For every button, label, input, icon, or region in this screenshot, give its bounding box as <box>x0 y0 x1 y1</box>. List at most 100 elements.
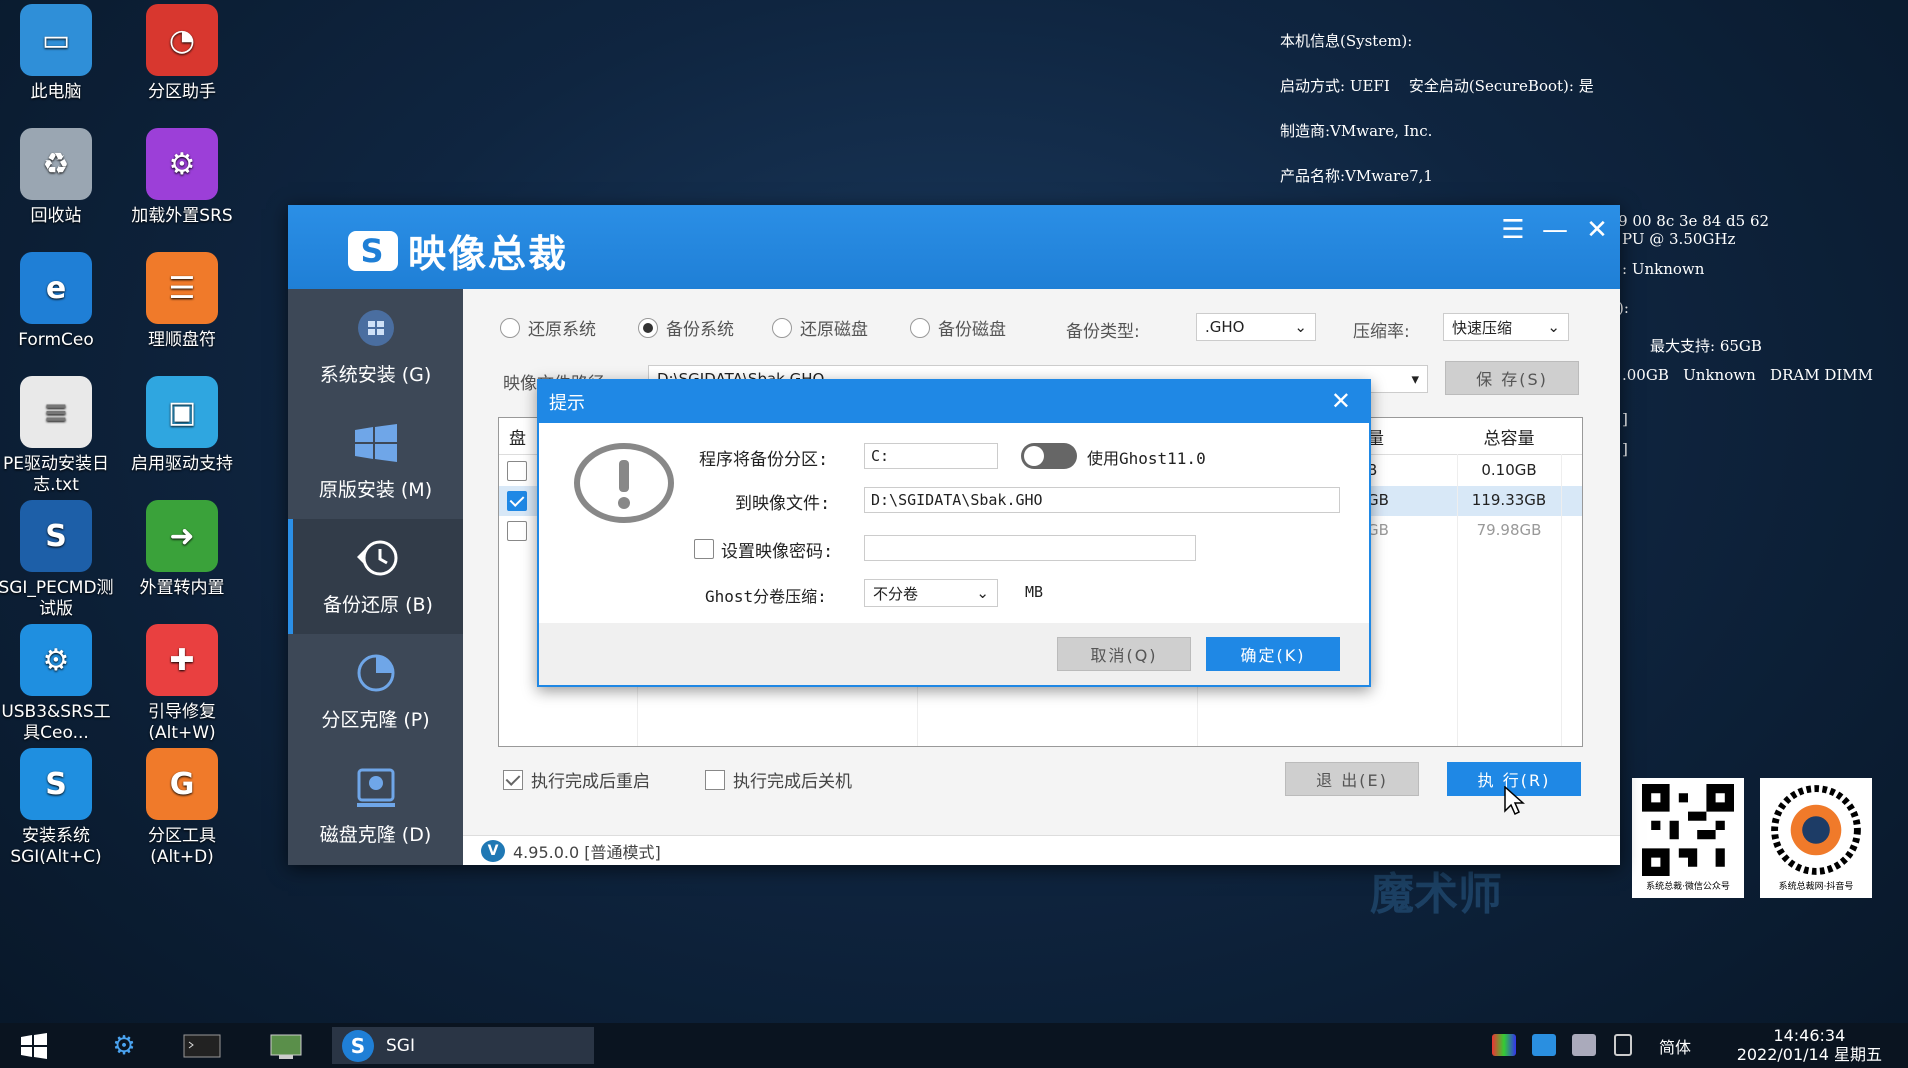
desktop-icon-usb3-srs-tool[interactable]: ⚙ USB3&SRS工具Ceo... <box>0 624 116 744</box>
taskbar-app-sgi[interactable]: S SGI <box>332 1027 594 1064</box>
close-icon[interactable]: ✕ <box>1331 387 1351 415</box>
pie-chart-icon <box>350 651 402 695</box>
tray-color-icon[interactable] <box>1492 1034 1516 1056</box>
radio-label: 备份系统 <box>666 320 734 340</box>
target-file-field[interactable]: D:\SGIDATA\Sbak.GHO <box>864 487 1340 513</box>
windows-logo-icon <box>350 421 402 465</box>
chevron-down-icon: ▾ <box>1411 370 1419 388</box>
window-titlebar[interactable]: S 映像总裁 ☰ — ✕ <box>288 205 1620 289</box>
sidebar-item-system-install[interactable]: 系统安装 (G) <box>288 289 463 404</box>
tray-network-icon[interactable] <box>1532 1034 1556 1056</box>
desktop-icon-sgi-pecmd[interactable]: S SGI_PECMD测试版 <box>0 500 116 620</box>
desktop-icon-label: FormCeo <box>18 330 94 350</box>
qr-code-icon <box>1638 784 1738 876</box>
this-pc-icon: ▭ <box>20 4 92 76</box>
split-unit: MB <box>1025 583 1044 601</box>
recycle-bin-icon: ♻ <box>20 128 92 200</box>
windows-ball-icon <box>350 306 402 350</box>
desktop-icon-label: 外置转内置 <box>139 578 225 598</box>
save-button[interactable]: 保 存(S) <box>1445 361 1579 395</box>
cell-total: 0.10GB <box>1481 461 1537 479</box>
desktop-icon-partition-assistant[interactable]: ◔ 分区助手 <box>122 4 242 103</box>
chevron-down-icon: ⌄ <box>1294 318 1307 336</box>
desktop-icon-recycle-bin[interactable]: ♻ 回收站 <box>0 128 116 227</box>
desktop-icon-this-pc[interactable]: ▭ 此电脑 <box>0 4 116 103</box>
settings-gear-icon[interactable]: ⚙ <box>100 1027 148 1064</box>
ok-button[interactable]: 确定(K) <box>1206 637 1340 671</box>
password-field[interactable] <box>864 535 1196 561</box>
minimize-icon[interactable]: — <box>1538 213 1572 247</box>
radio-restore-system[interactable]: 还原系统 <box>500 315 596 340</box>
sidebar-item-backup-restore[interactable]: 备份还原 (B) <box>288 519 463 634</box>
sidebar-item-label: 原版安装 (M) <box>318 479 433 501</box>
backup-type-select[interactable]: .GHO ⌄ <box>1196 313 1316 341</box>
cancel-button[interactable]: 取消(Q) <box>1057 637 1191 671</box>
sysinfo-line: 启动方式: UEFI 安全启动(SecureBoot): 是 <box>1280 77 1594 95</box>
menu-icon[interactable]: ☰ <box>1496 213 1530 247</box>
exit-button[interactable]: 退 出(E) <box>1285 762 1419 796</box>
disk-clone-icon <box>350 766 402 810</box>
cell-total: 119.33GB <box>1471 491 1547 509</box>
desktop-icon-label: 分区工具(Alt+D) <box>148 826 216 867</box>
sidebar-item-label: 备份还原 (B) <box>323 594 433 616</box>
shutdown-after-checkbox[interactable]: 执行完成后关机 <box>705 767 852 792</box>
dialog-titlebar[interactable]: 提示 ✕ <box>539 381 1369 423</box>
desktop-icon-label: 此电脑 <box>30 82 82 102</box>
desktop-icon-boot-repair[interactable]: ✚ 引导修复(Alt+W) <box>122 624 242 744</box>
select-value: 不分卷 <box>873 584 919 603</box>
radio-backup-disk[interactable]: 备份磁盘 <box>910 315 1006 340</box>
dialog-footer: 取消(Q) 确定(K) <box>539 623 1369 685</box>
column-header-disk: 盘 <box>509 429 526 449</box>
start-windows-icon[interactable] <box>14 1027 54 1064</box>
reboot-after-checkbox[interactable]: 执行完成后重启 <box>503 767 650 792</box>
compression-select[interactable]: 快速压缩 ⌄ <box>1443 313 1569 341</box>
sysinfo-max-mem: 最大支持: 65GB <box>1650 337 1762 355</box>
desktop-icon-formceo[interactable]: e FormCeo <box>0 252 116 351</box>
desktop-icon-load-srs[interactable]: ⚙ 加载外置SRS <box>122 128 242 227</box>
ghost11-toggle[interactable] <box>1021 443 1077 469</box>
row-checkbox[interactable] <box>507 461 527 481</box>
password-checkbox[interactable] <box>694 539 714 559</box>
driver-log-txt-icon: ≡ <box>20 376 92 448</box>
split-select[interactable]: 不分卷 ⌄ <box>864 579 998 607</box>
tray-usb-icon[interactable] <box>1614 1034 1632 1056</box>
ime-language[interactable]: 简体 <box>1652 1027 1698 1064</box>
sysinfo-unknown: : Unknown <box>1622 260 1705 278</box>
row-checkbox[interactable] <box>507 521 527 541</box>
row-checkbox[interactable] <box>507 491 527 511</box>
device-manager-icon[interactable] <box>262 1027 310 1064</box>
sidebar-item-original-install[interactable]: 原版安装 (M) <box>288 404 463 519</box>
close-icon[interactable]: ✕ <box>1580 213 1614 247</box>
taskbar: ⚙ S SGI 简体 14:46:34 2022/01/14 星期五 <box>0 1023 1908 1068</box>
desktop-icon-label: 引导修复(Alt+W) <box>148 702 216 743</box>
app-title-text: 映像总裁 <box>408 232 569 276</box>
password-label: 设置映像密码: <box>721 542 834 562</box>
desktop-icon-label: USB3&SRS工具Ceo... <box>1 702 111 743</box>
cmd-terminal-icon[interactable] <box>178 1027 226 1064</box>
desktop-icon-install-system-sgi[interactable]: S 安装系统SGI(Alt+C) <box>0 748 116 868</box>
sidebar-item-partition-clone[interactable]: 分区克隆 (P) <box>288 634 463 749</box>
desktop-icon-label: 分区助手 <box>148 82 216 102</box>
taskbar-clock[interactable]: 14:46:34 2022/01/14 星期五 <box>1737 1026 1882 1064</box>
ghost11-label: 使用Ghost11.0 <box>1087 449 1206 468</box>
sysinfo-line: 产品名称:VMware7,1 <box>1280 167 1433 185</box>
radio-backup-system[interactable]: 备份系统 <box>638 315 734 340</box>
radio-restore-disk[interactable]: 还原磁盘 <box>772 315 868 340</box>
desktop-icon-drive-letter[interactable]: ☰ 理顺盘符 <box>122 252 242 351</box>
desktop-icon-label: 理顺盘符 <box>148 330 216 350</box>
checkbox-label: 执行完成后关机 <box>733 772 852 792</box>
drive-letter-icon: ☰ <box>146 252 218 324</box>
sidebar-item-disk-clone[interactable]: 磁盘克隆 (D) <box>288 749 463 864</box>
chevron-down-icon: ⌄ <box>1547 318 1560 336</box>
desktop-icon-external-to-internal[interactable]: ➜ 外置转内置 <box>122 500 242 599</box>
desktop-icon-driver-log-txt[interactable]: ≡ PE驱动安装日志.txt <box>0 376 116 496</box>
qr-caption: 系统总裁·微信公众号 <box>1646 882 1730 892</box>
checkbox-box <box>705 769 725 790</box>
radio-label: 还原系统 <box>528 320 596 340</box>
partition-label: 程序将备份分区: <box>699 450 829 470</box>
clock-time: 14:46:34 <box>1773 1026 1846 1045</box>
desktop-icon-enable-driver[interactable]: ▣ 启用驱动支持 <box>122 376 242 475</box>
partition-field[interactable]: C: <box>864 443 998 469</box>
tray-keyboard-icon[interactable] <box>1572 1034 1596 1056</box>
desktop-icon-partition-tool[interactable]: G 分区工具(Alt+D) <box>122 748 242 868</box>
